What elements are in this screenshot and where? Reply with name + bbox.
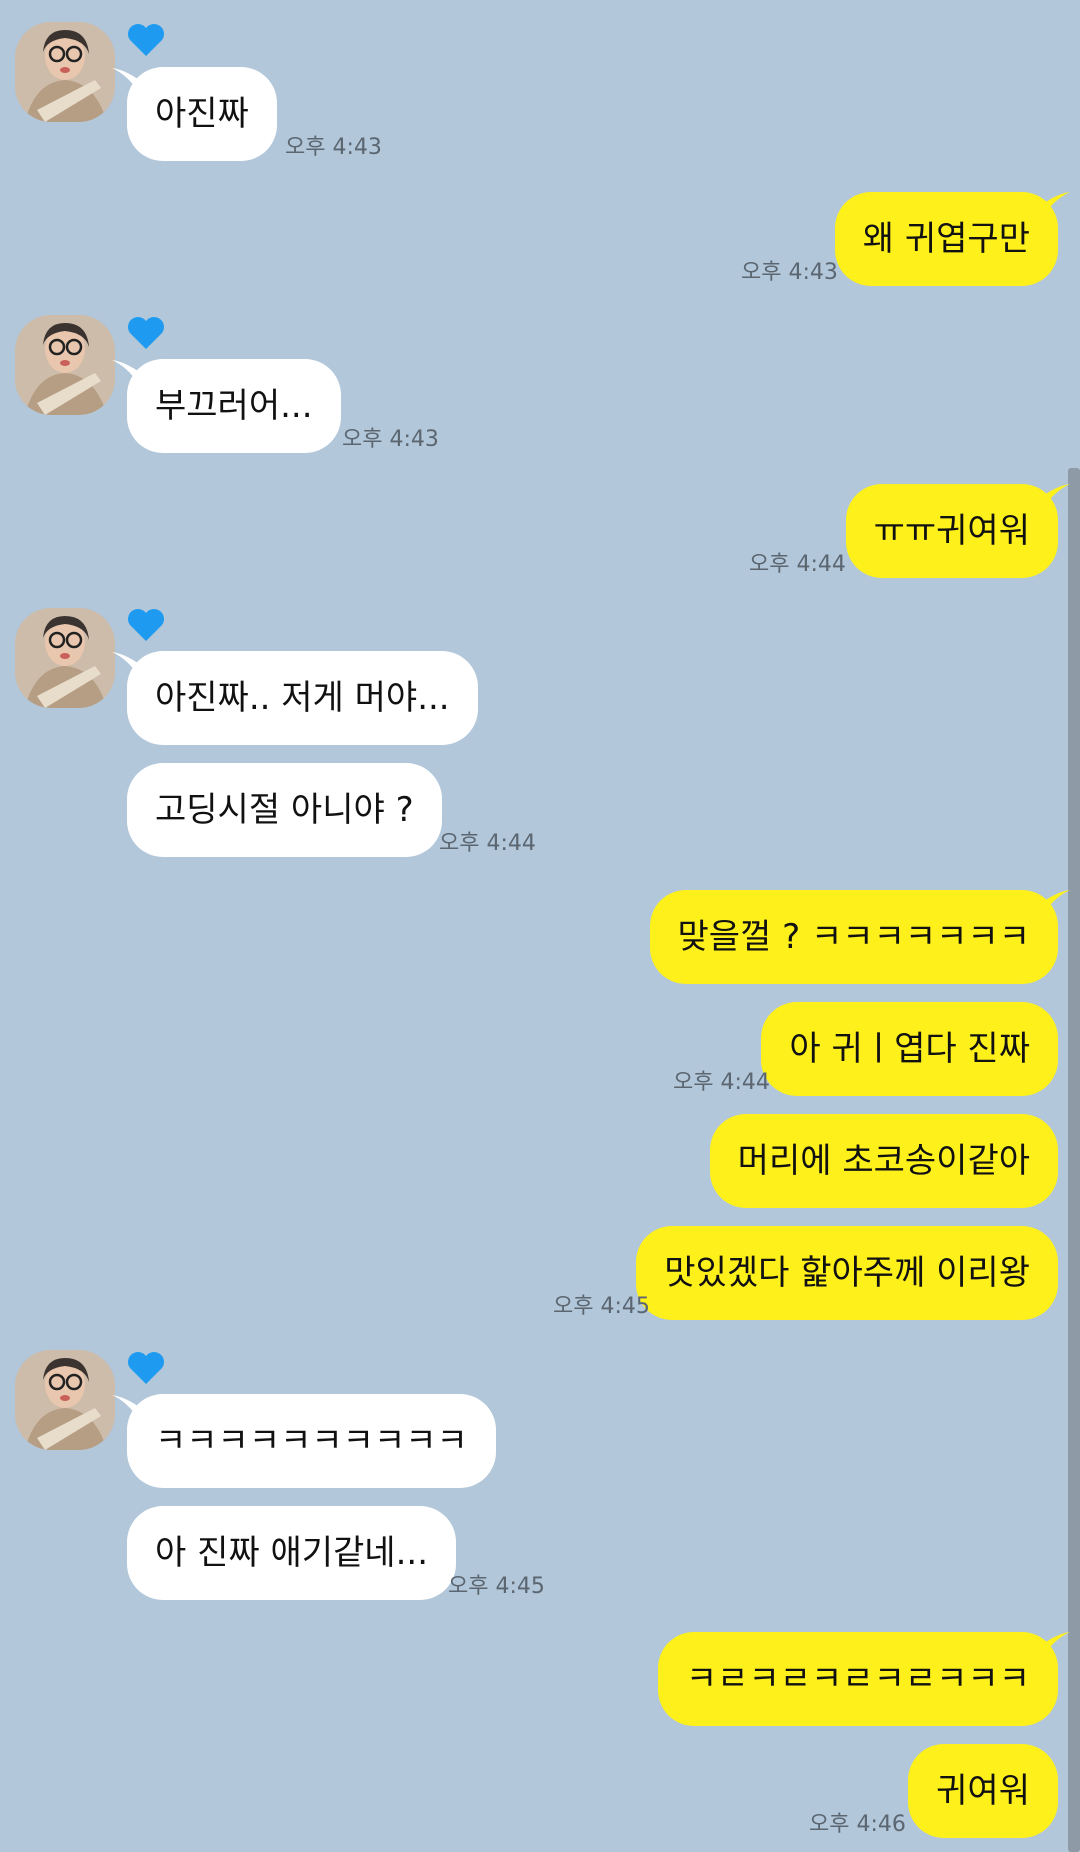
outgoing-message[interactable]: 귀여워 — [908, 1744, 1058, 1838]
message-timestamp: 오후 4:43 — [741, 260, 838, 285]
outgoing-message[interactable]: ㅠㅠ귀여워 — [845, 484, 1058, 578]
incoming-message[interactable]: 부끄러어... — [127, 359, 341, 453]
profile-avatar[interactable] — [15, 1350, 115, 1450]
incoming-message[interactable]: ㅋㅋㅋㅋㅋㅋㅋㅋㅋㅋ — [127, 1394, 496, 1488]
message-timestamp: 오후 4:44 — [673, 1070, 770, 1095]
heart-icon — [128, 609, 164, 641]
outgoing-message[interactable]: 아 귀ㅣ엽다 진짜 — [761, 1002, 1058, 1096]
message-timestamp: 오후 4:45 — [553, 1294, 650, 1319]
incoming-message[interactable]: 고딩시절 아니야 ? — [127, 763, 442, 857]
heart-icon — [128, 1352, 164, 1384]
profile-avatar[interactable] — [15, 22, 115, 122]
profile-avatar[interactable] — [15, 608, 115, 708]
message-timestamp: 오후 4:44 — [749, 552, 846, 577]
heart-icon — [128, 24, 164, 56]
incoming-message[interactable]: 아 진짜 애기같네... — [127, 1506, 456, 1600]
outgoing-message[interactable]: 맛있겠다 핥아주께 이리왕 — [636, 1226, 1058, 1320]
message-timestamp: 오후 4:43 — [285, 135, 382, 160]
incoming-message[interactable]: 아진짜 — [127, 67, 277, 161]
outgoing-message[interactable]: ㅋㄹㅋㄹㅋㄹㅋㄹㅋㅋㅋ — [657, 1632, 1058, 1726]
outgoing-message[interactable]: 머리에 초코송이같아 — [709, 1114, 1058, 1208]
heart-icon — [128, 317, 164, 349]
incoming-message[interactable]: 아진짜.. 저게 머야... — [127, 651, 478, 745]
message-timestamp: 오후 4:46 — [809, 1812, 906, 1837]
outgoing-message[interactable]: 왜 귀엽구만 — [834, 192, 1058, 286]
message-timestamp: 오후 4:43 — [342, 427, 439, 452]
message-timestamp: 오후 4:44 — [439, 831, 536, 856]
outgoing-message[interactable]: 맞을껄 ? ㅋㅋㅋㅋㅋㅋㅋ — [649, 890, 1058, 984]
message-timestamp: 오후 4:45 — [448, 1574, 545, 1599]
profile-avatar[interactable] — [15, 315, 115, 415]
